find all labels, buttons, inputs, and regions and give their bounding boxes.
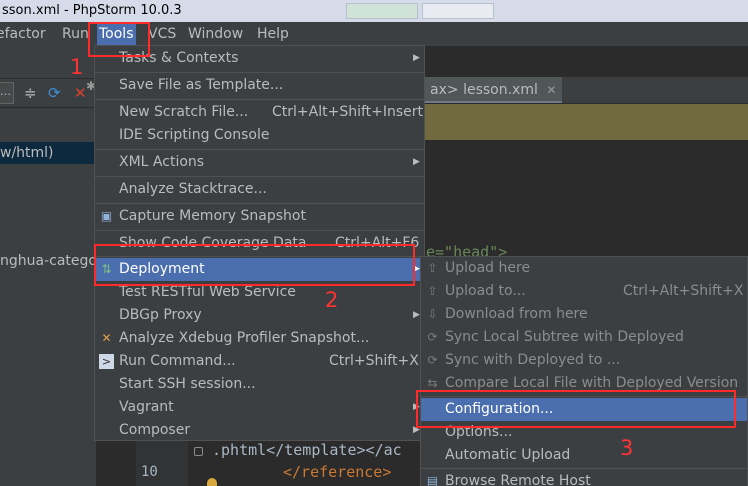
menu-item-sync-with-deployed-to[interactable]: ⟳ Sync with Deployed to ... xyxy=(421,349,747,372)
menu-separator xyxy=(95,176,424,177)
submenu-arrow-icon: ▶ xyxy=(413,157,420,167)
tree-row-selected[interactable]: w/html) xyxy=(0,142,96,164)
tools-menu: Tasks & Contexts ▶ Save File as Template… xyxy=(94,45,425,441)
remote-host-icon: ▤ xyxy=(426,474,439,486)
menu-item-composer[interactable]: Composer ▶ xyxy=(95,419,424,442)
deployment-submenu: ⇧ Upload here ⇧ Upload to... Ctrl+Alt+Sh… xyxy=(420,256,748,486)
menu-separator xyxy=(95,230,424,231)
project-toolbar: … ≑ ⟳ ✕ xyxy=(0,78,96,108)
menu-item-upload-to[interactable]: ⇧ Upload to... Ctrl+Alt+Shift+X xyxy=(421,280,747,303)
taskbar-tab[interactable] xyxy=(346,3,418,19)
code-line-template: .phtml</template></ac xyxy=(212,441,402,459)
menu-item-xml-actions[interactable]: XML Actions ▶ xyxy=(95,151,424,174)
menu-item-capture-memory-snapshot[interactable]: ▣ Capture Memory Snapshot xyxy=(95,205,424,228)
collapse-all-icon[interactable]: ≑ xyxy=(24,83,37,103)
window-title-bar: sson.xml - PhpStorm 10.0.3 xyxy=(0,0,748,22)
annotation-number-3: 3 xyxy=(620,436,634,460)
window-title: sson.xml - PhpStorm 10.0.3 xyxy=(2,3,182,18)
submenu-arrow-icon: ▶ xyxy=(413,53,420,63)
code-line-reference: </reference> xyxy=(283,463,392,481)
menu-run[interactable]: Run xyxy=(60,22,91,46)
annotation-number-2: 2 xyxy=(325,288,339,312)
xdebug-icon: ✕ xyxy=(101,331,112,345)
menu-item-download-from-here[interactable]: ⇩ Download from here xyxy=(421,303,747,326)
submenu-arrow-icon: ▶ xyxy=(413,310,420,320)
menu-item-analyze-stacktrace[interactable]: Analyze Stacktrace... xyxy=(95,178,424,201)
menu-item-start-ssh-session[interactable]: Start SSH session... xyxy=(95,373,424,396)
editor-tab-label: lesson.xml xyxy=(463,82,538,98)
sync-icon[interactable]: ⟳ xyxy=(48,83,61,103)
sync-icon: ⟳ xyxy=(427,330,438,344)
menu-item-upload-here[interactable]: ⇧ Upload here xyxy=(421,257,747,280)
sync-to-icon: ⟳ xyxy=(427,353,438,367)
menu-item-sync-local-subtree[interactable]: ⟳ Sync Local Subtree with Deployed xyxy=(421,326,747,349)
editor-tab-lesson-xml[interactable]: ax> lesson.xml ✕ xyxy=(424,77,563,103)
close-tab-icon[interactable]: ✕ xyxy=(546,83,556,97)
taskbar-tabs xyxy=(346,3,494,19)
line-number: 10 xyxy=(141,464,158,480)
annotation-box-deployment xyxy=(94,244,415,286)
fold-marker-icon[interactable] xyxy=(194,447,203,456)
download-icon: ⇩ xyxy=(427,307,438,321)
menu-separator xyxy=(421,468,747,469)
menu-item-ide-scripting-console[interactable]: IDE Scripting Console xyxy=(95,124,424,147)
close-icon[interactable]: ✕ xyxy=(74,83,87,103)
menu-item-save-file-as-template[interactable]: Save File as Template... xyxy=(95,74,424,97)
menu-separator xyxy=(95,203,424,204)
menu-separator xyxy=(95,99,424,100)
editor-tab-prefix: ax> xyxy=(430,82,459,98)
tree-row[interactable]: nghua-catego xyxy=(0,250,96,272)
menu-item-browse-remote-host[interactable]: ▤ Browse Remote Host xyxy=(421,470,747,486)
project-panel: … ≑ ⟳ ✕ w/html) nghua-catego ✱ xyxy=(0,46,96,486)
menu-item-analyze-xdebug-snapshot[interactable]: ✕ Analyze Xdebug Profiler Snapshot... xyxy=(95,327,424,350)
upload-to-icon: ⇧ xyxy=(427,284,438,298)
annotation-box-configuration xyxy=(416,390,736,428)
menu-refactor[interactable]: efactor xyxy=(0,22,48,46)
menu-item-run-command[interactable]: > Run Command... Ctrl+Shift+X xyxy=(95,350,424,373)
editor-notification-band xyxy=(424,104,748,140)
compare-icon: ⇆ xyxy=(427,376,438,390)
menu-item-new-scratch-file[interactable]: New Scratch File... Ctrl+Alt+Shift+Inser… xyxy=(95,101,424,124)
project-tree: w/html) nghua-catego xyxy=(0,108,96,486)
terminal-icon: > xyxy=(99,354,114,369)
project-search-field[interactable]: … xyxy=(0,82,14,104)
menu-item-automatic-upload[interactable]: Automatic Upload xyxy=(421,444,747,467)
menu-item-dbgp-proxy[interactable]: DBGp Proxy ▶ xyxy=(95,304,424,327)
upload-icon: ⇧ xyxy=(427,261,438,275)
annotation-box-tools xyxy=(88,22,150,57)
editor-tab-bar: ax> lesson.xml ✕ xyxy=(424,77,748,103)
menu-item-vagrant[interactable]: Vagrant ▶ xyxy=(95,396,424,419)
taskbar-tab[interactable] xyxy=(422,3,494,19)
menu-help[interactable]: Help xyxy=(255,22,291,46)
bulb-icon[interactable] xyxy=(207,478,217,486)
menu-vcs[interactable]: VCS xyxy=(146,22,178,46)
annotation-number-1: 1 xyxy=(70,55,84,79)
menu-window[interactable]: Window xyxy=(186,22,245,46)
menu-separator xyxy=(95,149,424,150)
menu-separator xyxy=(95,72,424,73)
memory-snapshot-icon: ▣ xyxy=(100,209,113,223)
